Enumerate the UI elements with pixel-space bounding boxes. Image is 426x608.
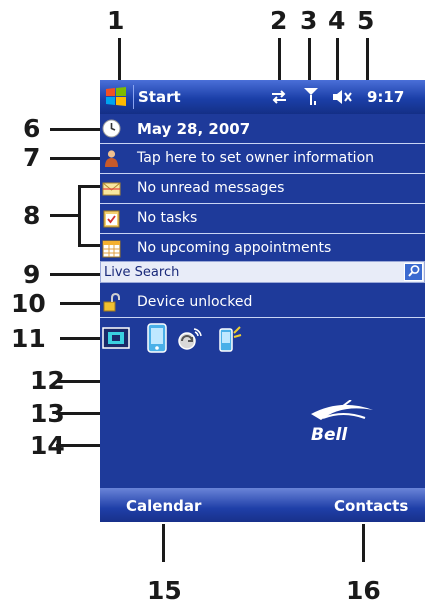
calendar-softkey[interactable]: Calendar bbox=[126, 497, 201, 515]
callout-11: 11 bbox=[11, 324, 46, 353]
callout-2: 2 bbox=[270, 6, 288, 35]
callout-5: 5 bbox=[357, 6, 375, 35]
leader-bracket-8-bottom bbox=[78, 244, 100, 247]
comm-manager-icon[interactable] bbox=[102, 327, 130, 349]
tasks-text: No tasks bbox=[137, 210, 198, 226]
leader-line-16 bbox=[362, 524, 365, 562]
leader-line-1 bbox=[118, 38, 121, 80]
windows-start-icon[interactable] bbox=[104, 85, 128, 109]
title-separator bbox=[133, 85, 134, 109]
clock-icon bbox=[102, 119, 121, 138]
leader-line-6 bbox=[50, 128, 102, 131]
device-wifi-icon[interactable] bbox=[216, 325, 242, 353]
padlock-unlocked-icon bbox=[103, 293, 120, 312]
contacts-softkey[interactable]: Contacts bbox=[334, 497, 408, 515]
appointments-text: No upcoming appointments bbox=[137, 240, 332, 256]
tasks-clipboard-icon bbox=[103, 210, 120, 228]
device-lock-text: Device unlocked bbox=[137, 294, 253, 310]
device-battery-icon[interactable] bbox=[147, 323, 167, 353]
calendar-icon bbox=[102, 240, 121, 258]
callout-1: 1 bbox=[107, 6, 125, 35]
clock-time[interactable]: 9:17 bbox=[367, 88, 404, 106]
callout-9: 9 bbox=[23, 260, 41, 289]
bell-logo-text: Bell bbox=[311, 425, 348, 444]
volume-muted-icon[interactable] bbox=[331, 89, 353, 105]
leader-line-4 bbox=[336, 38, 339, 80]
device-lock-row[interactable]: Device unlocked bbox=[100, 288, 425, 318]
messages-row[interactable]: No unread messages bbox=[100, 174, 425, 204]
callout-4: 4 bbox=[328, 6, 346, 35]
owner-info-text: Tap here to set owner information bbox=[137, 150, 375, 166]
leader-line-5 bbox=[366, 38, 369, 80]
callout-7: 7 bbox=[23, 143, 41, 172]
title-bar: Start 9:17 bbox=[100, 80, 425, 114]
leader-line-7 bbox=[50, 157, 102, 160]
start-menu-label[interactable]: Start bbox=[138, 88, 181, 106]
signal-strength-icon[interactable] bbox=[303, 87, 319, 107]
envelope-icon bbox=[102, 182, 121, 196]
search-button[interactable] bbox=[404, 263, 423, 281]
leader-line-11 bbox=[60, 337, 102, 340]
live-search-bar[interactable]: Live Search bbox=[100, 261, 425, 283]
callout-10: 10 bbox=[11, 289, 46, 318]
leader-line-2 bbox=[278, 38, 281, 80]
leader-line-3 bbox=[308, 38, 311, 80]
callout-15: 15 bbox=[147, 576, 182, 605]
appointments-row[interactable]: No upcoming appointments bbox=[100, 234, 425, 264]
leader-line-15 bbox=[162, 524, 165, 562]
date-text: May 28, 2007 bbox=[137, 120, 251, 138]
search-icon bbox=[407, 265, 419, 277]
owner-person-icon bbox=[105, 150, 118, 167]
owner-info-row[interactable]: Tap here to set owner information bbox=[100, 144, 425, 174]
leader-line-8 bbox=[50, 214, 80, 217]
leader-line-9 bbox=[50, 273, 102, 276]
tasks-row[interactable]: No tasks bbox=[100, 204, 425, 234]
today-screen: Start 9:17 May 28, 2007 Tap here to set … bbox=[100, 80, 425, 522]
callout-6: 6 bbox=[23, 114, 41, 143]
callout-8: 8 bbox=[23, 201, 41, 230]
live-search-label[interactable]: Live Search bbox=[104, 265, 179, 280]
sync-icon[interactable] bbox=[176, 327, 202, 353]
messages-text: No unread messages bbox=[137, 180, 285, 196]
callout-3: 3 bbox=[300, 6, 318, 35]
leader-bracket-8-top bbox=[78, 185, 100, 188]
leader-line-10 bbox=[60, 302, 102, 305]
softkey-bar: Calendar Contacts bbox=[100, 488, 425, 522]
bell-logo: Bell bbox=[311, 400, 373, 444]
connectivity-icon[interactable] bbox=[270, 89, 288, 105]
callout-16: 16 bbox=[346, 576, 381, 605]
date-row[interactable]: May 28, 2007 bbox=[100, 114, 425, 144]
